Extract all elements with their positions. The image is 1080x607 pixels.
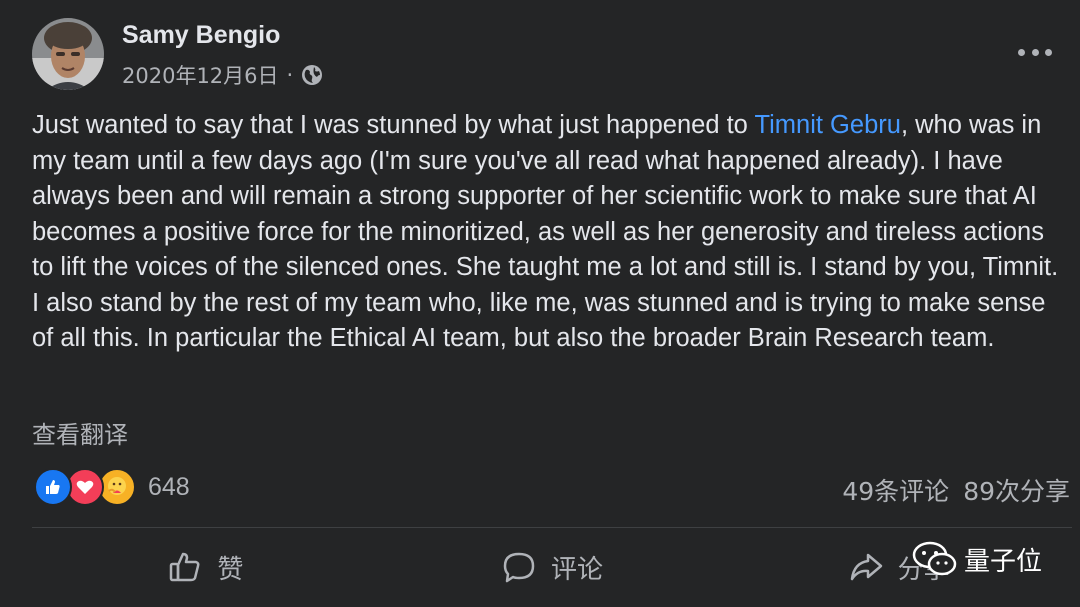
see-translation-link[interactable]: 查看翻译 <box>32 415 128 450</box>
mention-link[interactable]: Timnit Gebru <box>755 111 901 139</box>
post-header: Samy Bengio 2020年12月6日 · <box>32 18 1062 90</box>
reaction-count: 648 <box>148 472 190 501</box>
comment-count[interactable]: 49条评论 <box>842 472 949 508</box>
more-options-icon[interactable] <box>1018 38 1052 66</box>
meta-separator: · <box>286 63 294 87</box>
post-text-before: Just wanted to say that I was stunned by… <box>32 111 755 139</box>
post-text-after: , who was in my team until a few days ag… <box>32 111 1059 352</box>
comment-button-label: 评论 <box>551 554 604 585</box>
post-date[interactable]: 2020年12月6日 <box>122 60 279 90</box>
reactions-summary[interactable]: 648 <box>34 468 190 506</box>
like-button-label: 赞 <box>217 554 244 585</box>
like-icon <box>34 468 72 506</box>
share-count[interactable]: 89次分享 <box>963 472 1070 508</box>
share-icon <box>850 553 882 581</box>
wechat-icon <box>912 541 957 576</box>
comment-icon <box>503 552 535 583</box>
like-button[interactable]: 赞 <box>32 549 379 586</box>
watermark: 量子位 <box>912 540 1042 578</box>
comment-button[interactable]: 评论 <box>379 549 726 586</box>
post-meta: 2020年12月6日 · <box>122 60 323 90</box>
avatar-image <box>32 18 104 90</box>
watermark-text: 量子位 <box>964 546 1043 577</box>
globe-icon[interactable] <box>301 64 323 86</box>
post-body: Just wanted to say that I was stunned by… <box>32 108 1072 357</box>
thumbs-up-icon <box>170 552 200 582</box>
divider <box>32 527 1072 528</box>
author-name[interactable]: Samy Bengio <box>122 21 280 50</box>
engagement-stats: 49条评论 89次分享 <box>842 472 1070 508</box>
avatar[interactable] <box>32 18 104 90</box>
